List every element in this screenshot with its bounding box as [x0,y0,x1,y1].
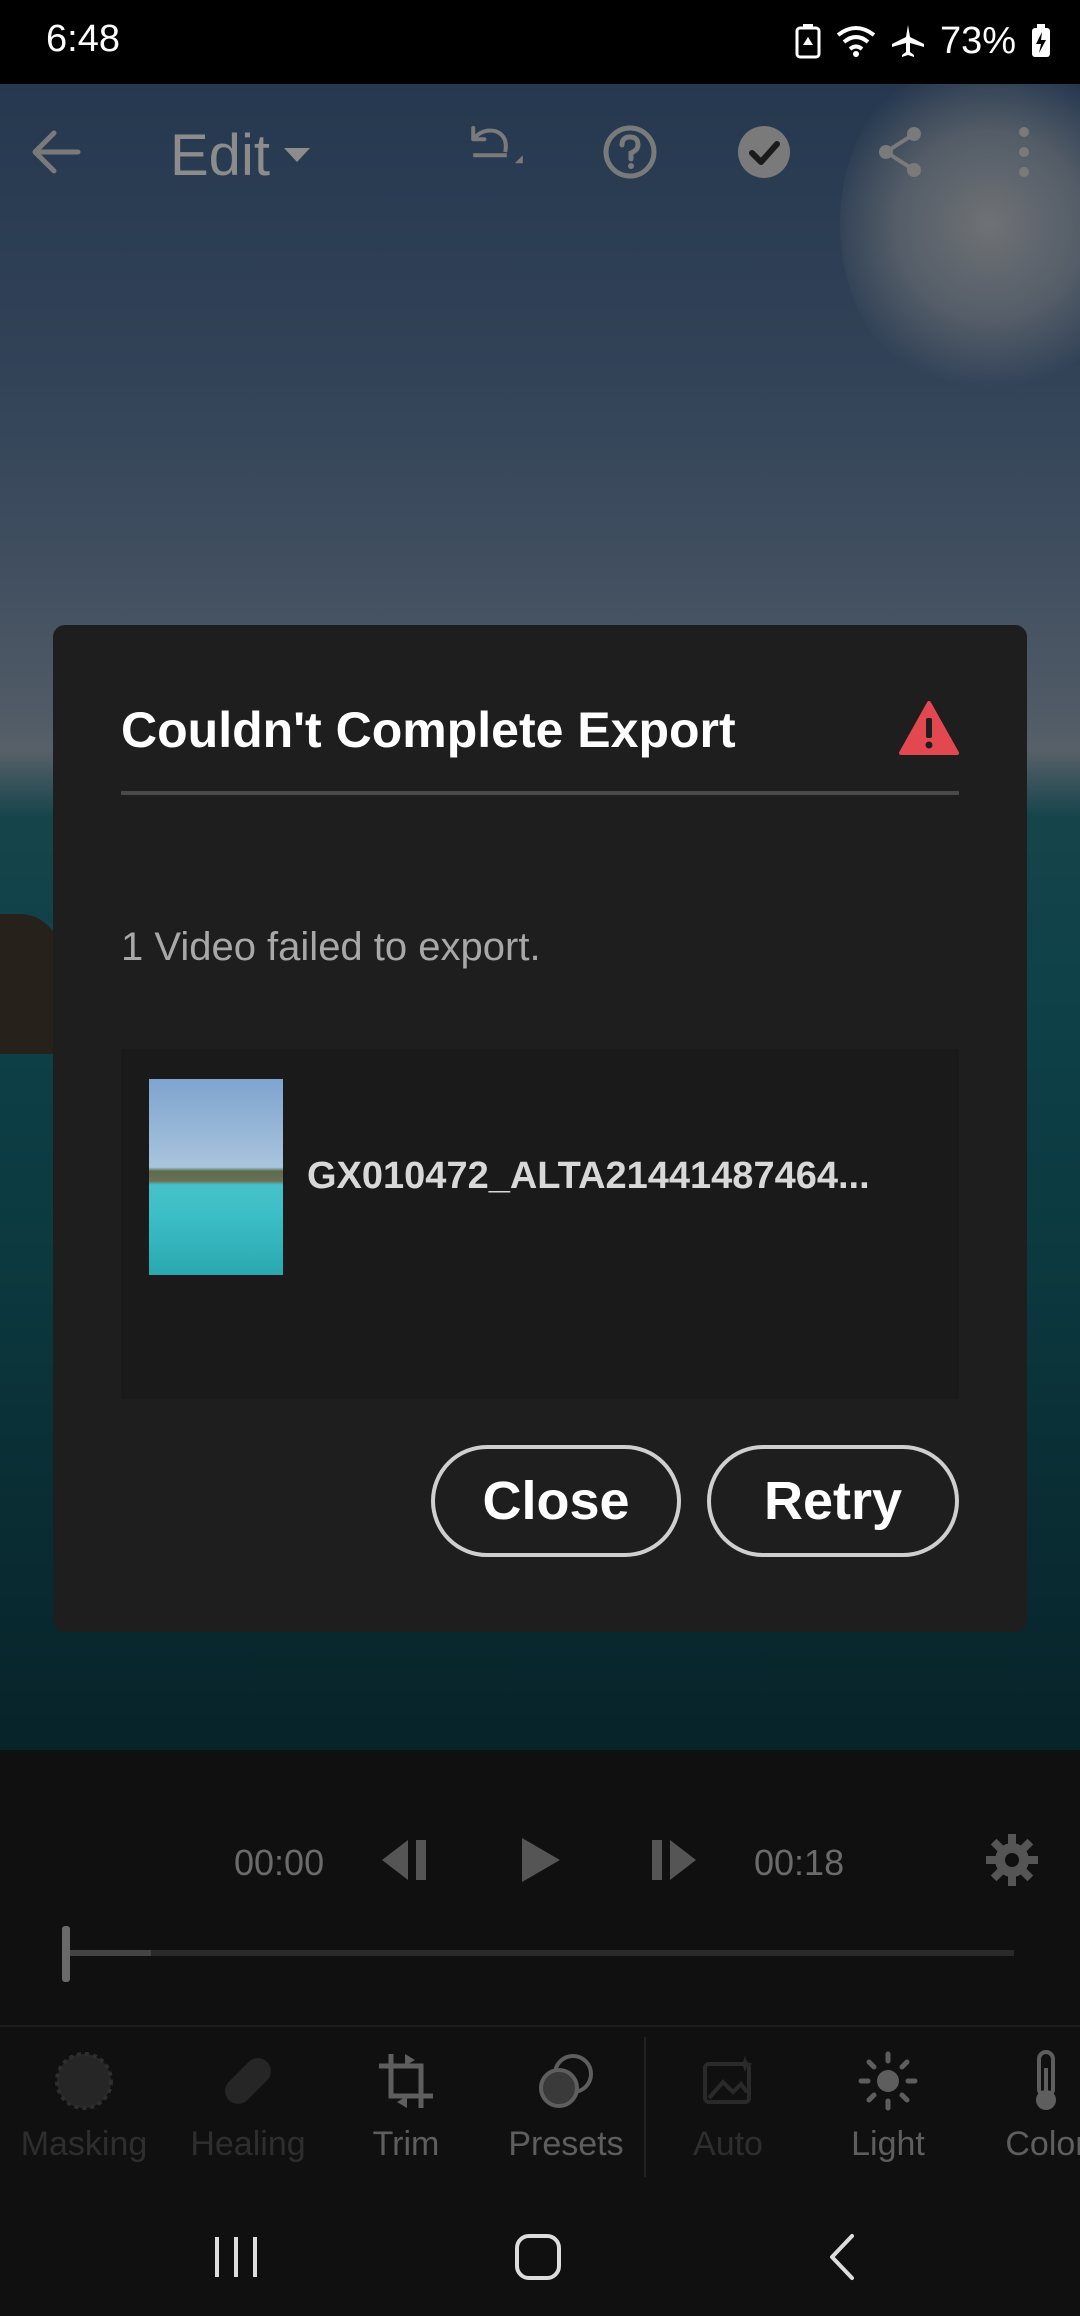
dialog-title: Couldn't Complete Export [121,702,736,758]
edit-tools-bar: Masking Healing Trim Presets Auto Light [0,2025,1080,2197]
tool-light[interactable]: Light [808,2049,968,2197]
help-icon[interactable] [598,120,662,184]
close-button[interactable]: Close [431,1445,681,1557]
video-thumbnail [149,1079,283,1275]
tool-color[interactable]: Color [966,2049,1080,2197]
scrub-handle[interactable] [62,1926,70,1982]
failed-file-name: GX010472_ALTA21441487464... [307,1155,870,1197]
play-icon[interactable] [510,1830,570,1890]
status-icons: 73% [794,16,1052,66]
chevron-down-icon [283,147,310,162]
battery-saver-icon [795,24,821,59]
tool-label: Auto [693,2125,763,2163]
top-toolbar: Edit [0,84,1080,224]
retry-button[interactable]: Retry [707,1445,959,1557]
presets-icon [486,2049,646,2113]
failed-file-list: GX010472_ALTA21441487464... [121,1049,959,1399]
healing-icon [168,2049,328,2113]
back-arrow-icon[interactable] [24,120,88,184]
tools-divider [644,2037,646,2177]
wifi-icon [836,26,876,57]
video-player-controls: 00:00 00:18 [0,1750,1080,2025]
settings-gear-icon[interactable] [982,1830,1042,1890]
trim-icon [326,2049,486,2113]
export-error-dialog: Couldn't Complete Export 1 Video failed … [53,625,1027,1632]
dialog-message: 1 Video failed to export. [121,925,541,969]
tool-auto[interactable]: Auto [648,2049,808,2164]
status-bar: 6:48 73% [0,0,1080,84]
airplane-icon [891,25,924,57]
step-forward-icon[interactable] [644,1830,704,1890]
tool-label: Presets [508,2125,624,2163]
tool-trim[interactable]: Trim [326,2049,486,2164]
tool-masking[interactable]: Masking [4,2049,164,2164]
duration-time: 00:18 [754,1842,845,1883]
share-icon[interactable] [868,120,932,184]
auto-icon [648,2049,808,2113]
done-check-icon[interactable] [732,120,796,184]
system-nav-bar [0,2181,1080,2316]
masking-icon [4,2049,164,2113]
scrub-track[interactable] [66,1950,1014,1956]
undo-icon[interactable] [462,120,526,184]
tool-presets[interactable]: Presets [486,2049,646,2164]
battery-icon [1032,24,1050,57]
edit-mode-dropdown[interactable]: Edit [170,122,310,189]
edit-label: Edit [170,123,270,188]
scrub-progress [66,1950,151,1956]
home-icon[interactable] [498,2217,578,2297]
tool-healing[interactable]: Healing [168,2049,328,2164]
battery-percent: 73% [939,19,1016,62]
tool-label: Trim [372,2125,440,2163]
tool-label: Masking [20,2125,148,2163]
step-back-icon[interactable] [374,1830,434,1890]
current-time: 00:00 [234,1842,325,1883]
more-icon[interactable] [992,120,1056,184]
recents-icon[interactable] [196,2217,276,2297]
tool-label: Healing [190,2125,306,2163]
back-icon[interactable] [802,2217,882,2297]
dialog-divider [121,791,959,795]
color-icon [966,2049,1080,2113]
light-icon [808,2049,968,2113]
tool-label: Color [1005,2125,1080,2163]
warning-icon [899,701,959,755]
tool-label: Light [851,2125,925,2163]
status-time: 6:48 [46,18,120,60]
